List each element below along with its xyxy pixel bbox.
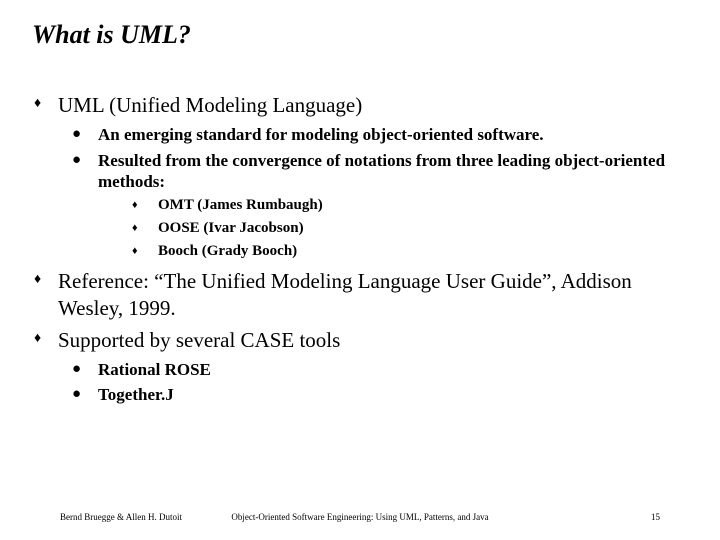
bullet-uml: ♦ UML (Unified Modeling Language)	[32, 92, 690, 118]
diamond-icon: ♦	[32, 327, 58, 351]
method-text: Booch (Grady Booch)	[158, 242, 297, 261]
method-text: OMT (James Rumbaugh)	[158, 196, 323, 215]
slide-footer: Bernd Bruegge & Allen H. Dutoit Object-O…	[0, 512, 720, 522]
subbullet-standard: ● An emerging standard for modeling obje…	[72, 124, 690, 145]
round-icon: ●	[72, 359, 98, 379]
bullet-text: UML (Unified Modeling Language)	[58, 92, 362, 118]
subbullet-text: Together.J	[98, 384, 174, 405]
slide-title: What is UML?	[0, 20, 720, 50]
subbullet-text: Resulted from the convergence of notatio…	[98, 150, 690, 193]
footer-page-number: 15	[651, 512, 660, 522]
subbullet-togetherj: ● Together.J	[72, 384, 690, 405]
method-booch: ♦ Booch (Grady Booch)	[132, 242, 690, 261]
method-omt: ♦ OMT (James Rumbaugh)	[132, 196, 690, 215]
bullet-reference: ♦ Reference: “The Unified Modeling Langu…	[32, 268, 690, 321]
subbullet-text: Rational ROSE	[98, 359, 211, 380]
bullet-case: ♦ Supported by several CASE tools	[32, 327, 690, 353]
subbullet-convergence: ● Resulted from the convergence of notat…	[72, 150, 690, 193]
round-icon: ●	[72, 384, 98, 404]
method-text: OOSE (Ivar Jacobson)	[158, 219, 304, 238]
round-icon: ●	[72, 124, 98, 144]
diamond-small-icon: ♦	[132, 196, 158, 214]
bullet-text: Supported by several CASE tools	[58, 327, 340, 353]
method-oose: ♦ OOSE (Ivar Jacobson)	[132, 219, 690, 238]
round-icon: ●	[72, 150, 98, 170]
diamond-small-icon: ♦	[132, 242, 158, 260]
footer-book-title: Object-Oriented Software Engineering: Us…	[231, 512, 488, 522]
diamond-icon: ♦	[32, 268, 58, 292]
slide-body: ♦ UML (Unified Modeling Language) ● An e…	[0, 92, 720, 406]
bullet-text: Reference: “The Unified Modeling Languag…	[58, 268, 690, 321]
subbullet-rose: ● Rational ROSE	[72, 359, 690, 380]
subbullet-text: An emerging standard for modeling object…	[98, 124, 544, 145]
diamond-small-icon: ♦	[132, 219, 158, 237]
diamond-icon: ♦	[32, 92, 58, 116]
footer-authors: Bernd Bruegge & Allen H. Dutoit	[60, 512, 182, 522]
